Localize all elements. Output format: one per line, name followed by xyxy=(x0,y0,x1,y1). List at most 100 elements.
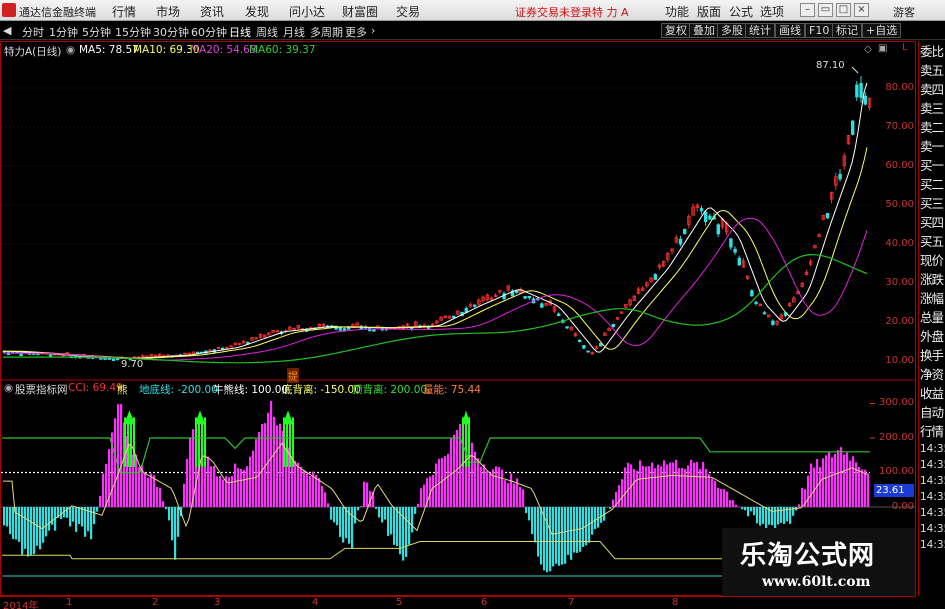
cci-bar-positive xyxy=(801,487,804,507)
low-price-annotation: 9.70 xyxy=(121,359,144,370)
side-item[interactable]: 总量 xyxy=(920,311,945,324)
side-item[interactable]: 卖一 xyxy=(920,140,945,153)
side-item[interactable]: 买三 xyxy=(920,197,945,210)
side-item[interactable]: 买二 xyxy=(920,178,945,191)
cci-bar-positive xyxy=(696,461,699,507)
cci-bar-positive xyxy=(252,450,255,507)
cci-value: CCI: 69.49 xyxy=(68,382,123,394)
cci-bar-positive xyxy=(267,412,270,507)
period-5min[interactable]: 5分钟 xyxy=(82,24,111,40)
side-item[interactable]: 行情 xyxy=(920,425,945,438)
side-item[interactable]: 买一 xyxy=(920,159,945,172)
maximize-icon[interactable]: □ xyxy=(836,3,851,17)
side-item[interactable]: 卖五 xyxy=(920,64,945,77)
cci-bar-negative xyxy=(531,507,534,535)
cci-bar-positive xyxy=(807,475,810,507)
side-item[interactable]: 外盘 xyxy=(920,330,945,343)
candle-body xyxy=(729,238,733,248)
side-item[interactable]: 委比 xyxy=(920,45,945,58)
period-multi[interactable]: 多周期 xyxy=(310,24,343,40)
period-15min[interactable]: 15分钟 xyxy=(115,24,151,40)
menu-wealth[interactable]: 财富圈 xyxy=(342,3,378,20)
indicator-name[interactable]: 股票指标网 xyxy=(15,382,68,397)
kline-chart[interactable] xyxy=(0,41,916,596)
menu-formula[interactable]: 公式 xyxy=(729,3,753,20)
menu-market[interactable]: 市场 xyxy=(156,3,180,20)
period-timeshare[interactable]: 分时 xyxy=(22,24,44,40)
side-item[interactable]: 卖四 xyxy=(920,83,945,96)
cci-bar-positive xyxy=(822,458,825,507)
side-item[interactable]: 涨幅 xyxy=(920,292,945,305)
cci-bar-positive xyxy=(231,476,234,507)
period-more[interactable]: 更多 xyxy=(345,24,367,40)
close-icon[interactable]: × xyxy=(854,3,869,17)
bull-line-value: 牛熊线: 100.00 xyxy=(213,384,289,396)
guest-label[interactable]: 游客 xyxy=(893,4,915,20)
high-price-annotation: 87.10 xyxy=(816,60,845,71)
menu-news[interactable]: 资讯 xyxy=(200,3,224,20)
draw-button[interactable]: 画线 xyxy=(775,23,805,38)
candle-body xyxy=(855,84,859,98)
cci-bar-positive xyxy=(624,467,627,507)
tick-time: 14:35 xyxy=(920,475,945,487)
expand-icon[interactable]: ◇ xyxy=(864,44,872,55)
side-item[interactable]: 买五 xyxy=(920,235,945,248)
cci-bar-positive xyxy=(684,468,687,507)
cci-bar-positive xyxy=(657,464,660,507)
side-item[interactable]: 买四 xyxy=(920,216,945,229)
side-item[interactable]: 换手 xyxy=(920,349,945,362)
menu-discover[interactable]: 发现 xyxy=(245,3,269,20)
login-status[interactable]: 证券交易未登录 xyxy=(515,4,592,20)
x-label: 7 xyxy=(568,597,575,608)
menu-function[interactable]: 功能 xyxy=(665,3,689,20)
period-weekly[interactable]: 周线 xyxy=(256,24,278,40)
period-60min[interactable]: 60分钟 xyxy=(191,24,227,40)
overlay-button[interactable]: 叠加 xyxy=(689,23,719,38)
mark-button[interactable]: 标记 xyxy=(832,23,862,38)
cci-bar-negative xyxy=(753,507,756,516)
cci-bar-positive xyxy=(681,468,684,507)
cci-bar-negative xyxy=(375,507,378,509)
cci-bar-positive xyxy=(627,462,630,507)
stats-button[interactable]: 统计 xyxy=(745,23,775,38)
period-daily[interactable]: 日线 xyxy=(229,24,251,40)
menu-trade[interactable]: 交易 xyxy=(396,3,420,20)
cci-bar-negative xyxy=(771,507,774,526)
candle-body xyxy=(699,208,704,212)
y-label: 70.00 xyxy=(885,121,914,132)
cci-bar-positive xyxy=(246,466,249,507)
side-item[interactable]: 涨跌 xyxy=(920,273,945,286)
adjust-button[interactable]: 复权 xyxy=(661,23,691,38)
cci-bar-positive xyxy=(261,423,264,507)
period-30min[interactable]: 30分钟 xyxy=(153,24,189,40)
side-item[interactable]: 收益 xyxy=(920,387,945,400)
x-label: 8 xyxy=(672,597,679,608)
side-item[interactable]: 现价 xyxy=(920,254,945,267)
cci-bar-negative xyxy=(381,507,384,523)
side-item[interactable]: 卖三 xyxy=(920,102,945,115)
period-1min[interactable]: 1分钟 xyxy=(49,24,78,40)
restore-icon[interactable]: ▭ xyxy=(818,3,833,17)
candle-body xyxy=(678,238,683,245)
side-item[interactable]: 自动 xyxy=(920,406,945,419)
window-toggle-icon[interactable]: ▣ xyxy=(878,43,887,54)
add-watchlist-button[interactable]: +自选 xyxy=(862,23,902,38)
minimize-icon[interactable]: – xyxy=(800,3,815,17)
cci-bar-positive xyxy=(798,504,801,507)
indicator-toggle-icon[interactable]: ◉ xyxy=(4,382,13,394)
side-item[interactable]: 卖二 xyxy=(920,121,945,134)
multi-stock-button[interactable]: 多股 xyxy=(717,23,747,38)
cci-bar-positive xyxy=(144,472,147,507)
menu-quotes[interactable]: 行情 xyxy=(112,3,136,20)
menu-options[interactable]: 选项 xyxy=(760,3,784,20)
period-monthly[interactable]: 月线 xyxy=(283,24,305,40)
watermark-url: www.60lt.com xyxy=(762,574,871,590)
side-item[interactable]: 净资 xyxy=(920,368,945,381)
toolbar-arrow-icon[interactable]: ◀ xyxy=(3,24,11,37)
menu-ask[interactable]: 问小达 xyxy=(289,3,325,20)
more-chevron-icon[interactable]: › xyxy=(371,24,375,37)
cci-bar-positive xyxy=(693,462,696,507)
cci-bar-positive xyxy=(432,475,435,507)
f10-button[interactable]: F10 xyxy=(805,23,834,38)
menu-layout[interactable]: 版面 xyxy=(697,3,721,20)
